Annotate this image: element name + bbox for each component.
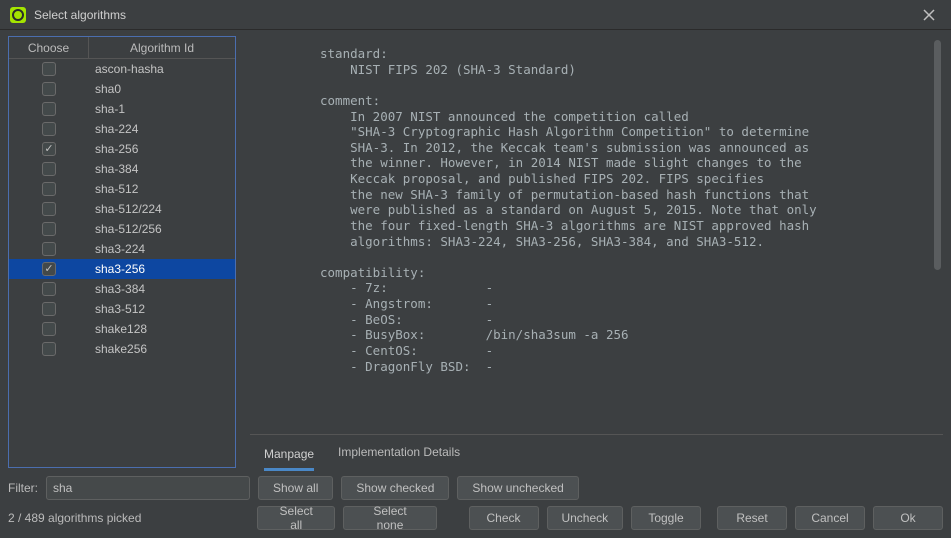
cell-choose <box>9 242 89 256</box>
cell-algorithm-id: shake256 <box>89 342 235 356</box>
close-button[interactable] <box>917 3 941 27</box>
app-icon <box>10 7 26 23</box>
cell-choose <box>9 222 89 236</box>
cell-algorithm-id: sha-512/256 <box>89 222 235 236</box>
cell-algorithm-id: shake128 <box>89 322 235 336</box>
row-checkbox[interactable] <box>42 262 56 276</box>
filter-label: Filter: <box>8 481 38 495</box>
cell-choose <box>9 82 89 96</box>
col-header-choose[interactable]: Choose <box>9 37 89 58</box>
row-checkbox[interactable] <box>42 162 56 176</box>
table-row[interactable]: ascon-hasha <box>9 59 235 79</box>
show-unchecked-button[interactable]: Show unchecked <box>457 476 578 500</box>
cell-choose <box>9 122 89 136</box>
algorithm-table-pane: Choose Algorithm Id ascon-hasha sha0 sha-1… <box>8 36 236 468</box>
select-all-button[interactable]: Select all <box>257 506 336 530</box>
row-checkbox[interactable] <box>42 182 56 196</box>
row-checkbox[interactable] <box>42 282 56 296</box>
select-none-button[interactable]: Select none <box>343 506 436 530</box>
row-checkbox[interactable] <box>42 322 56 336</box>
filter-input[interactable] <box>46 476 250 500</box>
table-row[interactable]: sha-384 <box>9 159 235 179</box>
cell-choose <box>9 182 89 196</box>
table-row[interactable]: shake128 <box>9 319 235 339</box>
table-row[interactable]: sha-1 <box>9 99 235 119</box>
show-all-button[interactable]: Show all <box>258 476 333 500</box>
cell-algorithm-id: sha-512 <box>89 182 235 196</box>
row-checkbox[interactable] <box>42 122 56 136</box>
ok-button[interactable]: Ok <box>873 506 943 530</box>
close-icon <box>923 9 935 21</box>
cell-choose <box>9 162 89 176</box>
cell-choose <box>9 322 89 336</box>
algorithm-table: Choose Algorithm Id ascon-hasha sha0 sha-1… <box>8 36 236 468</box>
table-row[interactable]: sha0 <box>9 79 235 99</box>
detail-tabs: Manpage Implementation Details <box>250 434 943 468</box>
cell-algorithm-id: ascon-hasha <box>89 62 235 76</box>
reset-button[interactable]: Reset <box>717 506 787 530</box>
row-checkbox[interactable] <box>42 202 56 216</box>
cell-algorithm-id: sha3-224 <box>89 242 235 256</box>
cell-algorithm-id: sha-256 <box>89 142 235 156</box>
cell-choose <box>9 342 89 356</box>
detail-pane: standard: NIST FIPS 202 (SHA-3 Standard)… <box>250 36 943 468</box>
detail-view: standard: NIST FIPS 202 (SHA-3 Standard)… <box>250 36 943 434</box>
table-row[interactable]: sha-512/224 <box>9 199 235 219</box>
detail-text: standard: NIST FIPS 202 (SHA-3 Standard)… <box>250 36 943 434</box>
window-title: Select algorithms <box>34 8 917 22</box>
table-row[interactable]: sha-224 <box>9 119 235 139</box>
table-row[interactable]: sha-256 <box>9 139 235 159</box>
table-row[interactable]: sha-512 <box>9 179 235 199</box>
table-row[interactable]: sha3-256 <box>9 259 235 279</box>
row-checkbox[interactable] <box>42 82 56 96</box>
cell-algorithm-id: sha3-384 <box>89 282 235 296</box>
cell-algorithm-id: sha3-256 <box>89 262 235 276</box>
row-checkbox[interactable] <box>42 142 56 156</box>
table-row[interactable]: sha3-384 <box>9 279 235 299</box>
table-header: Choose Algorithm Id <box>9 37 235 59</box>
show-checked-button[interactable]: Show checked <box>341 476 449 500</box>
detail-scrollbar[interactable] <box>934 40 941 270</box>
cell-choose <box>9 262 89 276</box>
cell-algorithm-id: sha0 <box>89 82 235 96</box>
cell-algorithm-id: sha-384 <box>89 162 235 176</box>
table-body[interactable]: ascon-hasha sha0 sha-1 sha-224 sha-256 sha-38… <box>9 59 235 467</box>
cell-choose <box>9 202 89 216</box>
row-checkbox[interactable] <box>42 342 56 356</box>
table-row[interactable]: sha3-224 <box>9 239 235 259</box>
cell-choose <box>9 282 89 296</box>
cell-algorithm-id: sha-512/224 <box>89 202 235 216</box>
tab-implementation-details[interactable]: Implementation Details <box>338 441 460 463</box>
check-button[interactable]: Check <box>469 506 539 530</box>
row-checkbox[interactable] <box>42 222 56 236</box>
cell-choose <box>9 142 89 156</box>
table-row[interactable]: shake256 <box>9 339 235 359</box>
picked-status: 2 / 489 algorithms picked <box>8 511 249 525</box>
row-checkbox[interactable] <box>42 62 56 76</box>
row-checkbox[interactable] <box>42 102 56 116</box>
cell-algorithm-id: sha-1 <box>89 102 235 116</box>
cell-algorithm-id: sha3-512 <box>89 302 235 316</box>
cell-choose <box>9 62 89 76</box>
uncheck-button[interactable]: Uncheck <box>547 506 623 530</box>
toggle-button[interactable]: Toggle <box>631 506 701 530</box>
cell-algorithm-id: sha-224 <box>89 122 235 136</box>
cell-choose <box>9 302 89 316</box>
tab-manpage[interactable]: Manpage <box>264 443 314 471</box>
col-header-algorithm-id[interactable]: Algorithm Id <box>89 37 235 58</box>
cell-choose <box>9 102 89 116</box>
row-checkbox[interactable] <box>42 302 56 316</box>
titlebar: Select algorithms <box>0 0 951 30</box>
cancel-button[interactable]: Cancel <box>795 506 865 530</box>
row-checkbox[interactable] <box>42 242 56 256</box>
table-row[interactable]: sha3-512 <box>9 299 235 319</box>
table-row[interactable]: sha-512/256 <box>9 219 235 239</box>
